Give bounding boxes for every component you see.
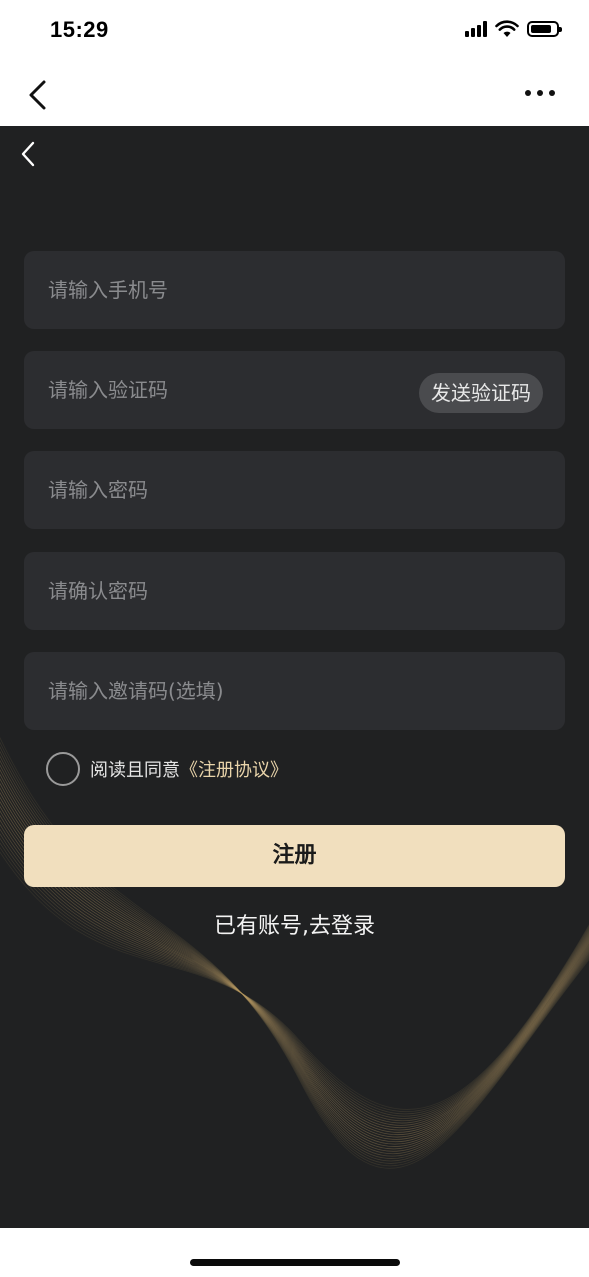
- agreement-text: 阅读且同意: [90, 760, 180, 781]
- agreement-row: 阅读且同意 《注册协议》: [46, 752, 288, 786]
- status-time: 15:29: [50, 17, 109, 42]
- home-indicator[interactable]: [190, 1259, 400, 1266]
- register-page: 发送验证码 阅读且同意 《注册协议》 注册 已有账号,去登录: [0, 126, 589, 1228]
- password-input[interactable]: [48, 451, 408, 529]
- back-arrow-icon[interactable]: [16, 138, 40, 170]
- status-icons: [465, 20, 562, 38]
- battery-icon: [527, 21, 562, 37]
- nav-bar: [0, 64, 589, 126]
- register-button[interactable]: 注册: [24, 825, 565, 887]
- cellular-signal-icon: [465, 21, 487, 37]
- login-link[interactable]: 已有账号,去登录: [0, 908, 589, 940]
- agreement-link[interactable]: 《注册协议》: [180, 756, 288, 782]
- confirm-password-input[interactable]: [48, 552, 408, 630]
- more-horizontal-icon[interactable]: [525, 90, 555, 96]
- send-code-button[interactable]: 发送验证码: [419, 373, 543, 413]
- phone-input[interactable]: [48, 251, 408, 329]
- home-indicator-area: [0, 1228, 589, 1277]
- invite-code-input[interactable]: [48, 652, 408, 730]
- agreement-checkbox[interactable]: [46, 752, 80, 786]
- status-bar: 15:29: [0, 0, 589, 64]
- password-field: [24, 451, 565, 529]
- phone-field: [24, 251, 565, 329]
- verification-code-input[interactable]: [48, 351, 408, 429]
- invite-code-field: [24, 652, 565, 730]
- chevron-left-icon[interactable]: [24, 78, 52, 112]
- verification-code-field: 发送验证码: [24, 351, 565, 429]
- confirm-password-field: [24, 552, 565, 630]
- wifi-icon: [495, 20, 519, 37]
